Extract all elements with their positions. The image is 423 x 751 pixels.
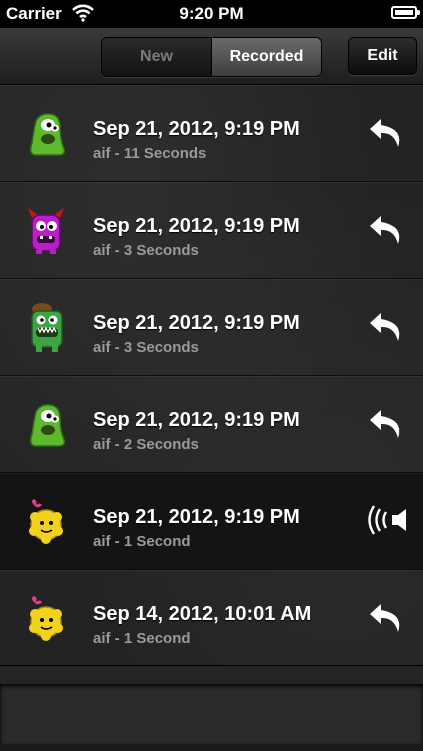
status-time: 9:20 PM xyxy=(179,4,244,23)
recording-subtitle: aif - 11 Seconds xyxy=(93,145,207,162)
replay-icon[interactable] xyxy=(366,111,408,153)
replay-icon[interactable] xyxy=(366,596,408,638)
recording-row[interactable]: Sep 21, 2012, 9:19 PM aif - 3 Seconds xyxy=(0,182,423,279)
recording-row[interactable]: Sep 21, 2012, 9:19 PM aif - 2 Seconds xyxy=(0,376,423,473)
recording-title: Sep 21, 2012, 9:19 PM xyxy=(93,312,300,334)
segment-recorded[interactable]: Recorded xyxy=(212,38,321,76)
replay-icon[interactable] xyxy=(366,402,408,444)
recording-subtitle: aif - 1 Second xyxy=(93,630,191,647)
replay-icon[interactable] xyxy=(366,305,408,347)
recording-subtitle: aif - 2 Seconds xyxy=(93,436,199,453)
bottom-panel-inset xyxy=(0,684,423,744)
recording-row[interactable]: Sep 21, 2012, 9:19 PM aif - 11 Seconds xyxy=(0,85,423,182)
edit-button[interactable]: Edit xyxy=(348,37,417,75)
green-hat-monster-icon xyxy=(22,303,70,353)
recording-title: Sep 14, 2012, 10:01 AM xyxy=(93,603,312,625)
replay-icon[interactable] xyxy=(366,208,408,250)
yellow-flower-monster-icon xyxy=(22,594,70,644)
new-recorded-segmented-control: New Recorded xyxy=(101,37,322,77)
purple-devil-monster-icon xyxy=(22,206,70,256)
battery-icon xyxy=(391,6,420,19)
recording-subtitle: aif - 3 Seconds xyxy=(93,242,199,259)
recording-title: Sep 21, 2012, 9:19 PM xyxy=(93,409,300,431)
recording-subtitle: aif - 1 Second xyxy=(93,533,191,550)
recording-subtitle: aif - 3 Seconds xyxy=(93,339,199,356)
green-monster-icon xyxy=(22,109,70,159)
recording-row[interactable]: Sep 21, 2012, 9:19 PM aif - 1 Second xyxy=(0,473,423,570)
segment-new[interactable]: New xyxy=(102,38,212,76)
recording-row[interactable]: Sep 21, 2012, 9:19 PM aif - 3 Seconds xyxy=(0,279,423,376)
recording-title: Sep 21, 2012, 9:19 PM xyxy=(93,118,300,140)
bottom-panel xyxy=(0,665,423,751)
green-monster-icon xyxy=(22,400,70,450)
recording-title: Sep 21, 2012, 9:19 PM xyxy=(93,506,300,528)
status-bar: Carrier 9:20 PM xyxy=(0,0,423,28)
navigation-bar: New Recorded Edit xyxy=(0,28,423,85)
recordings-list: Sep 21, 2012, 9:19 PM aif - 11 Seconds S… xyxy=(0,85,423,667)
speaker-playing-icon[interactable] xyxy=(366,499,408,541)
recording-title: Sep 21, 2012, 9:19 PM xyxy=(93,215,300,237)
yellow-flower-monster-icon xyxy=(22,497,70,547)
recording-row[interactable]: Sep 14, 2012, 10:01 AM aif - 1 Second xyxy=(0,570,423,667)
